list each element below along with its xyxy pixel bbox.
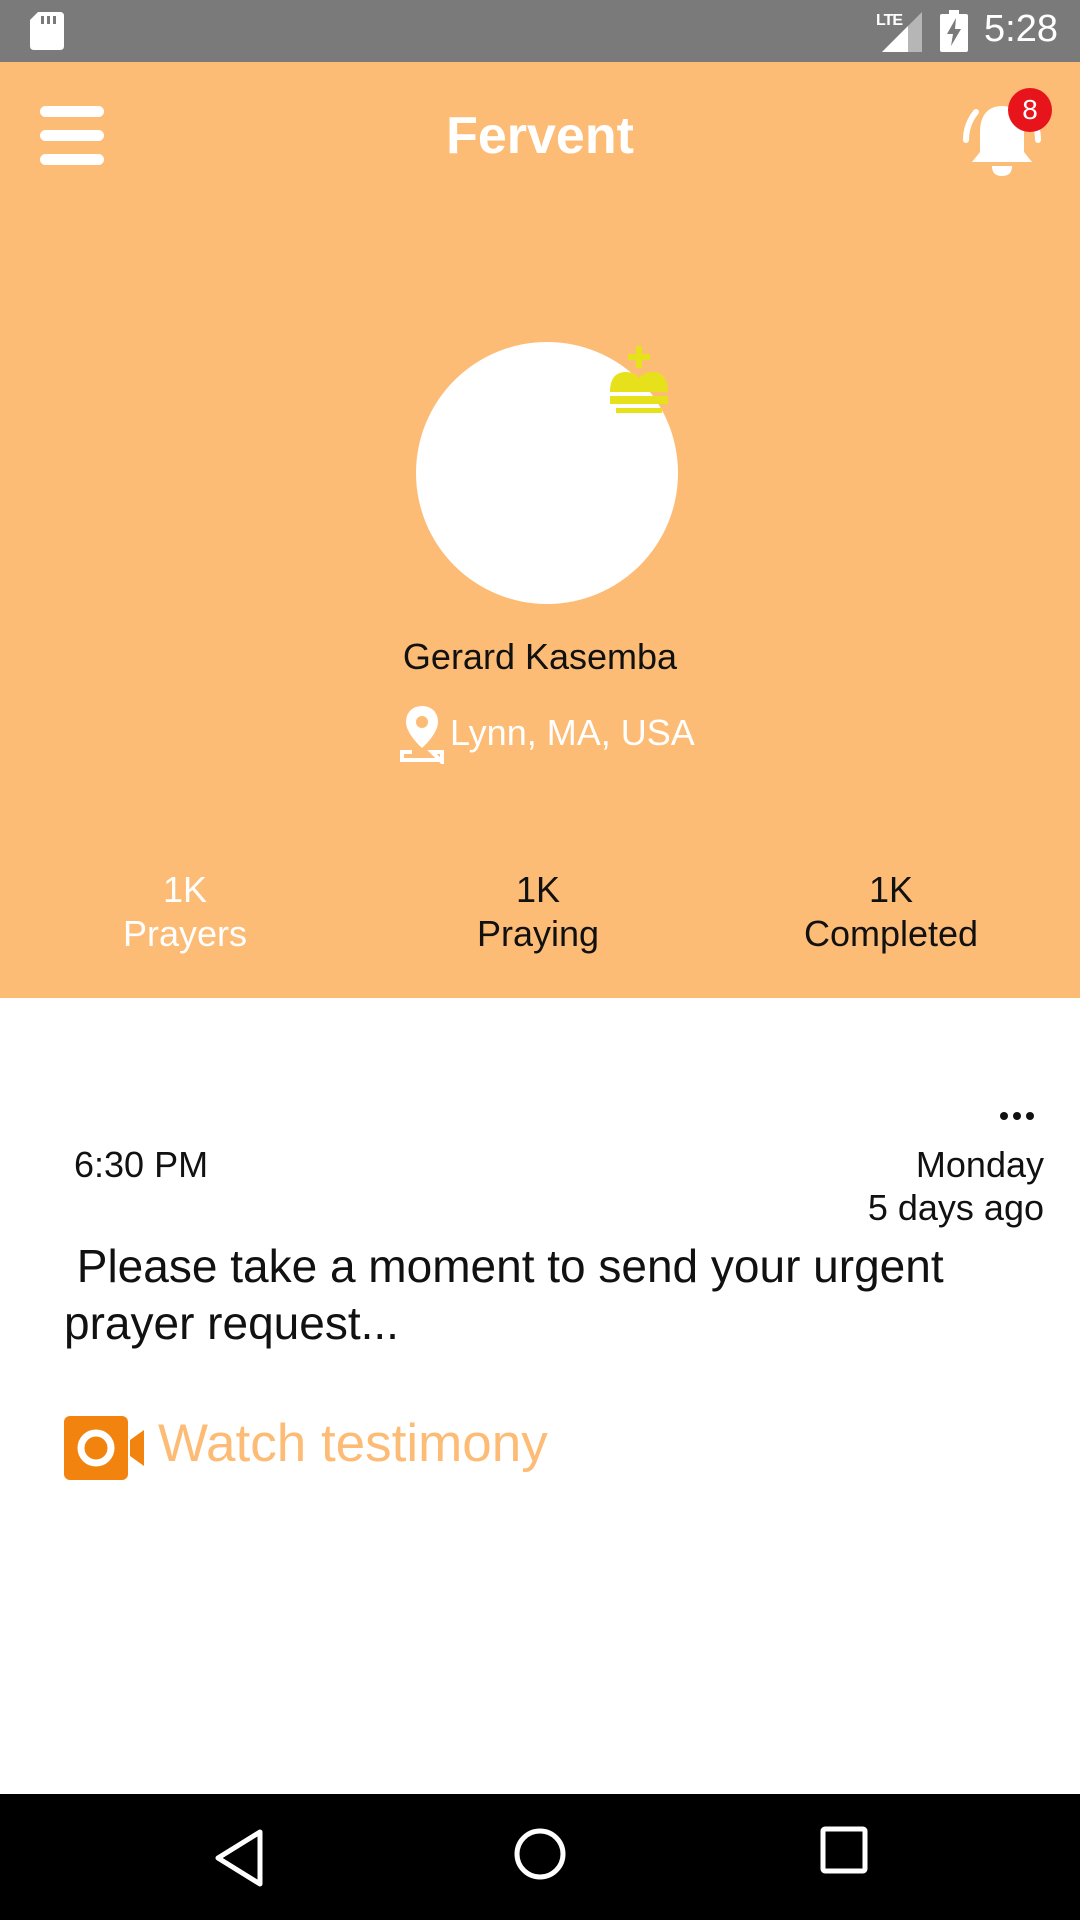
navigation-bar [0,1794,1080,1920]
stat-value: 1K [868,869,914,910]
recents-icon[interactable] [820,1826,868,1874]
location-pin-icon [400,706,444,764]
stat-label: Completed [803,913,979,954]
battery-charging-icon [940,10,968,52]
home-icon[interactable] [512,1826,568,1882]
video-camera-icon[interactable] [64,1416,146,1480]
stat-value: 1K [162,869,208,910]
watch-testimony-link[interactable]: Watch testimony [158,1413,548,1474]
stat-prayers[interactable]: 1K Prayers [35,868,335,956]
more-horizontal-icon[interactable] [1000,1112,1034,1126]
stat-praying[interactable]: 1K Praying [388,868,688,956]
status-bar: LTE 5:28 [0,0,1080,62]
post-message: Please take a moment to send your urgent… [64,1240,957,1349]
stat-label: Prayers [122,913,248,954]
post-relative-time: 5 days ago [867,1187,1044,1228]
post-time: 6:30 PM [74,1144,209,1185]
clock: 5:28 [984,8,1058,50]
sd-card-icon [30,12,64,50]
app-title: Fervent [446,107,634,165]
post-day: Monday [915,1144,1044,1185]
stat-value: 1K [515,869,561,910]
profile-header: Fervent 8 Gerard Kasemba Lynn, MA, USA 1… [0,62,1080,998]
back-icon[interactable] [210,1826,270,1890]
network-label: LTE [876,12,903,29]
stat-completed[interactable]: 1K Completed [741,868,1041,956]
notification-badge: 8 [1008,88,1052,132]
location-text: Lynn, MA, USA [450,712,695,753]
crown-cross-icon [610,346,668,413]
stat-label: Praying [476,913,600,954]
user-name: Gerard Kasemba [402,636,678,677]
